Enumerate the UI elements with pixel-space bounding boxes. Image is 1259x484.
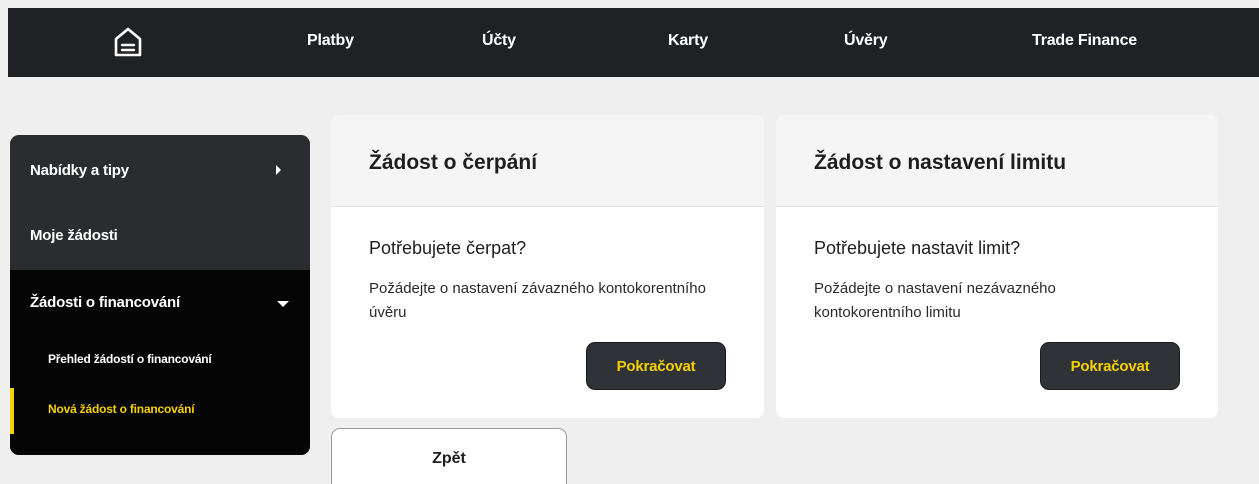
card-header: Žádost o čerpání: [331, 115, 764, 207]
card-question: Potřebujete čerpat?: [369, 238, 527, 258]
home-icon[interactable]: [112, 25, 144, 59]
sidebar-submenu: Žádosti o financování Přehled žádostí o …: [10, 270, 310, 455]
continue-button[interactable]: Pokračovat: [586, 342, 726, 390]
sidebar-item-zadosti-o-financovani[interactable]: Žádosti o financování: [10, 270, 310, 330]
chevron-down-icon: [277, 301, 289, 307]
chevron-right-icon: [276, 165, 281, 175]
card-title: Žádost o nastavení limitu: [814, 151, 1067, 174]
card-header: Žádost o nastavení limitu: [776, 115, 1218, 207]
card-description: Požádejte o nastavení nezávazného kontok…: [814, 280, 1056, 321]
back-button[interactable]: Zpět: [331, 428, 567, 484]
sidebar-subitem-prehled[interactable]: Přehled žádostí o financování: [48, 352, 212, 366]
card-description: Požádejte o nastavení závazného kontokor…: [369, 280, 706, 321]
nav-item-uvery[interactable]: Úvěry: [844, 32, 888, 50]
sidebar-subitem-nova-zadost[interactable]: Nová žádost o financování: [48, 402, 195, 416]
nav-item-platby[interactable]: Platby: [307, 32, 354, 50]
nav-item-trade-finance[interactable]: Trade Finance: [1032, 32, 1137, 50]
active-indicator: [10, 388, 14, 434]
nav-item-ucty[interactable]: Účty: [482, 32, 516, 50]
card-zadost-o-cerpani: Žádost o čerpání Potřebujete čerpat? Pož…: [331, 115, 764, 418]
sidebar-item-nabidky[interactable]: Nabídky a tipy: [10, 135, 310, 203]
nav-item-karty[interactable]: Karty: [668, 32, 708, 50]
top-nav: Platby Účty Karty Úvěry Trade Finance: [8, 8, 1259, 77]
card-question: Potřebujete nastavit limit?: [814, 238, 1021, 258]
continue-button[interactable]: Pokračovat: [1040, 342, 1180, 390]
sidebar: Nabídky a tipy Moje žádosti Žádosti o fi…: [10, 135, 310, 455]
sidebar-item-label: Nabídky a tipy: [30, 162, 129, 179]
sidebar-item-label: Moje žádosti: [30, 227, 118, 244]
sidebar-item-label: Žádosti o financování: [30, 294, 180, 311]
card-title: Žádost o čerpání: [369, 151, 538, 174]
sidebar-item-moje-zadosti[interactable]: Moje žádosti: [10, 203, 310, 270]
card-zadost-o-nastaveni-limitu: Žádost o nastavení limitu Potřebujete na…: [776, 115, 1218, 418]
